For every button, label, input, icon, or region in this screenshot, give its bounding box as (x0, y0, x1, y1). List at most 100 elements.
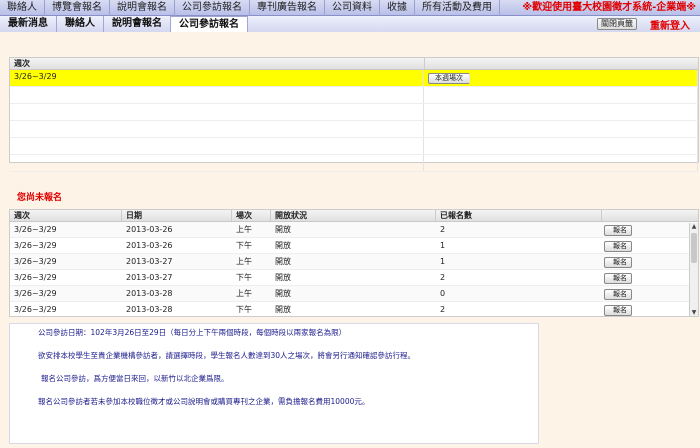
session-cell: 上午 (236, 225, 252, 234)
menu-item-company-visit[interactable]: 公司參訪報名 (175, 0, 250, 16)
table-row: 3/26~3/29 2013-03-26 上午 開放 2 報名 (10, 222, 698, 238)
register-button[interactable]: 報名 (604, 241, 632, 252)
registered-count-cell: 0 (440, 289, 446, 298)
status-cell: 開放 (275, 225, 291, 234)
this-week-sessions-button[interactable]: 本週場次 (428, 73, 470, 84)
tab-company-visit[interactable]: 公司參訪報名 (171, 16, 248, 32)
action-cell (424, 155, 698, 171)
session-cell: 上午 (236, 289, 252, 298)
action-cell: 報名 (602, 238, 698, 253)
status-cell: 開放 (275, 257, 291, 266)
action-cell: 報名 (602, 270, 698, 285)
action-cell: 報名 (602, 222, 698, 237)
action-cell: 報名 (602, 302, 698, 316)
menu-item-company-info[interactable]: 公司資料 (325, 0, 380, 16)
table-row (10, 155, 698, 172)
week-cell (10, 138, 424, 154)
close-tab-button[interactable]: 關閉頁籤 (597, 18, 637, 30)
week-cell: 3/26~3/29 (14, 273, 57, 282)
tab-bar: 最新消息 聯絡人 說明會報名 公司參訪報名 關閉頁籤 重新登入 (0, 16, 700, 32)
week-session-table: 週次 3/26~3/29 本週場次 (9, 57, 699, 172)
week-cell (10, 104, 424, 120)
table-row (10, 87, 698, 104)
scroll-up-icon[interactable]: ▲ (690, 223, 698, 231)
registered-count-cell: 1 (440, 241, 446, 250)
top-menu: 聯絡人 博覽會報名 說明會報名 公司參訪報名 專刊廣告報名 公司資料 收據 所有… (0, 0, 500, 16)
table-row: 3/26~3/29 2013-03-27 下午 開放 2 報名 (10, 270, 698, 286)
status-cell: 開放 (275, 273, 291, 282)
week-cell (10, 87, 424, 103)
header-action (602, 210, 698, 221)
status-cell: 開放 (275, 305, 291, 314)
action-cell (424, 121, 698, 137)
register-button[interactable]: 報名 (604, 225, 632, 236)
date-cell: 2013-03-26 (126, 241, 173, 250)
register-button[interactable]: 報名 (604, 257, 632, 268)
header-registered-count: 已報名數 (436, 210, 602, 221)
register-button[interactable]: 報名 (604, 273, 632, 284)
date-cell: 2013-03-28 (126, 305, 173, 314)
header-action (425, 58, 698, 69)
table-body: 3/26~3/29 2013-03-26 上午 開放 2 報名 3/26~3/29 2013-… (10, 222, 698, 316)
date-cell: 2013-03-27 (126, 273, 173, 282)
note-visit-dates: 公司參訪日期：102年3月26日至29日（每日分上下午兩個時段，每個時段以兩家報… (38, 328, 347, 337)
session-cell: 上午 (236, 257, 252, 266)
note-region-limit: 報名公司參訪，爲方便當日來回，以新竹以北企業爲限。 (41, 374, 229, 383)
not-registered-heading: 您尚未報名 (17, 193, 63, 203)
register-button[interactable]: 報名 (604, 305, 632, 316)
scroll-thumb[interactable] (691, 233, 697, 263)
tabs: 最新消息 聯絡人 說明會報名 公司參訪報名 (0, 16, 248, 32)
registered-count-cell: 2 (440, 225, 446, 234)
available-sessions-table: 週次 日期 場次 開放狀況 已報名數 3/26~3/29 2013-03-26 上午… (9, 209, 699, 317)
action-cell: 報名 (602, 254, 698, 269)
menu-item-receipt[interactable]: 收據 (380, 0, 415, 16)
week-cell: 3/26~3/29 (14, 225, 57, 234)
menu-item-contacts[interactable]: 聯絡人 (0, 0, 45, 16)
notes-panel: 公司參訪日期：102年3月26日至29日（每日分上下午兩個時段，每個時段以兩家報… (9, 323, 539, 444)
note-arrangement: 欲安排本校學生至貴企業機構參訪者，請選擇時段，學生報名人數達到30人之場次，將會… (38, 351, 416, 360)
week-cell (10, 155, 424, 171)
table-header: 週次 (10, 58, 698, 70)
menu-item-info-session[interactable]: 說明會報名 (110, 0, 175, 16)
action-cell (424, 104, 698, 120)
header-week: 週次 (10, 58, 425, 69)
table-row: 3/26~3/29 2013-03-27 上午 開放 1 報名 (10, 254, 698, 270)
vertical-scrollbar[interactable]: ▲ ▼ (689, 223, 698, 316)
week-cell: 3/26~3/29 (14, 305, 57, 314)
note-fee: 報名公司參訪者若未參加本校職位徵才或公司說明會或購買專刊之企業，需負擔報名費用1… (38, 397, 370, 406)
menu-item-ad[interactable]: 專刊廣告報名 (250, 0, 325, 16)
relogin-link[interactable]: 重新登入 (650, 17, 690, 32)
header-status: 開放狀況 (271, 210, 436, 221)
top-menu-bar: 聯絡人 博覽會報名 說明會報名 公司參訪報名 專刊廣告報名 公司資料 收據 所有… (0, 0, 700, 16)
menu-item-all-events[interactable]: 所有活動及費用 (415, 0, 500, 16)
table-row: 3/26~3/29 2013-03-28 上午 開放 0 報名 (10, 286, 698, 302)
table-row (10, 104, 698, 121)
date-cell: 2013-03-27 (126, 257, 173, 266)
action-cell: 本週場次 (424, 70, 698, 86)
tab-info-session[interactable]: 說明會報名 (104, 16, 171, 32)
register-button[interactable]: 報名 (604, 289, 632, 300)
header-session: 場次 (232, 210, 271, 221)
header-date: 日期 (122, 210, 232, 221)
registered-count-cell: 1 (440, 257, 446, 266)
scroll-down-icon[interactable]: ▼ (690, 309, 698, 316)
status-cell: 開放 (275, 241, 291, 250)
registered-count-cell: 2 (440, 273, 446, 282)
header-week: 週次 (10, 210, 122, 221)
table-row[interactable]: 3/26~3/29 本週場次 (10, 70, 698, 87)
action-cell (424, 138, 698, 154)
week-cell: 3/26~3/29 (14, 289, 57, 298)
tab-contacts[interactable]: 聯絡人 (57, 16, 104, 32)
status-cell: 開放 (275, 289, 291, 298)
registered-count-cell: 2 (440, 305, 446, 314)
session-cell: 下午 (236, 273, 252, 282)
action-cell: 報名 (602, 286, 698, 301)
menu-item-expo[interactable]: 博覽會報名 (45, 0, 110, 16)
table-header: 週次 日期 場次 開放狀況 已報名數 (10, 210, 698, 222)
table-row: 3/26~3/29 2013-03-26 下午 開放 1 報名 (10, 238, 698, 254)
week-cell: 3/26~3/29 (14, 241, 57, 250)
tab-news[interactable]: 最新消息 (0, 16, 57, 32)
table-row: 3/26~3/29 2013-03-28 下午 開放 2 報名 (10, 302, 698, 316)
date-cell: 2013-03-28 (126, 289, 173, 298)
week-cell: 3/26~3/29 (14, 257, 57, 266)
